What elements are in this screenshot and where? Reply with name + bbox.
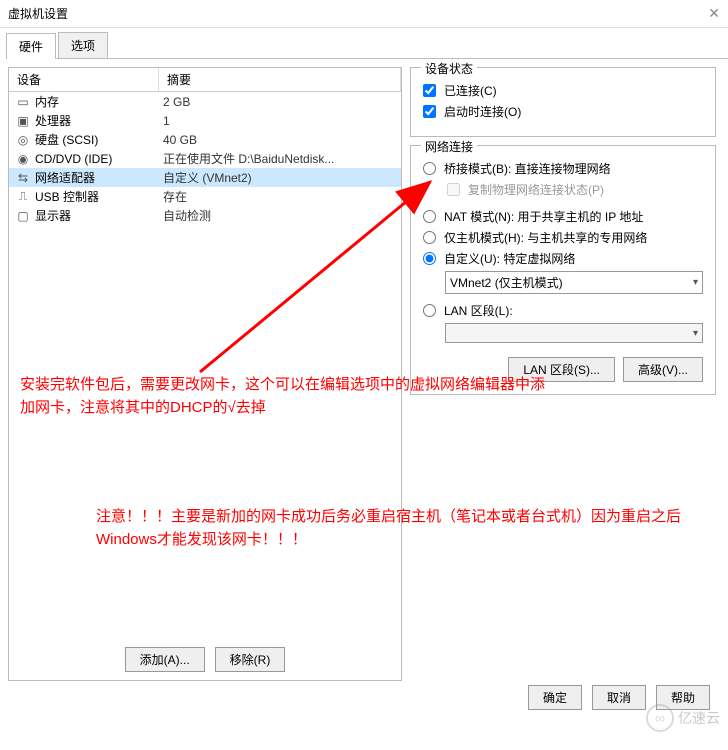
close-icon[interactable]: ✕ (708, 5, 720, 22)
cpu-icon: ▣ (15, 113, 31, 129)
hardware-summary: 2 GB (163, 95, 190, 109)
chevron-down-icon: ▾ (693, 277, 698, 288)
hardware-name: USB 控制器 (35, 188, 163, 205)
hardware-row[interactable]: ▣处理器1 (9, 111, 401, 130)
tab-strip: 硬件 选项 (6, 32, 728, 59)
lan-segments-button[interactable]: LAN 区段(S)... (508, 357, 615, 382)
connected-checkbox-row[interactable]: 已连接(C) (423, 82, 703, 99)
chevron-down-icon: ▾ (693, 328, 698, 339)
hardware-summary: 自定义 (VMnet2) (163, 169, 252, 186)
hardware-summary: 自动检测 (163, 207, 211, 224)
titlebar: 虚拟机设置 ✕ (0, 0, 728, 28)
bridged-radio-row[interactable]: 桥接模式(B): 直接连接物理网络 (423, 160, 703, 177)
hardware-name: 硬盘 (SCSI) (35, 131, 163, 148)
lan-segment-radio-row[interactable]: LAN 区段(L): (423, 302, 703, 319)
hardware-row[interactable]: ◎硬盘 (SCSI)40 GB (9, 130, 401, 149)
lan-segment-select: ▾ (445, 323, 703, 343)
hardware-name: 网络适配器 (35, 169, 163, 186)
settings-panel: 设备状态 已连接(C) 启动时连接(O) 网络连接 桥接模式(B): 直接连接物… (410, 67, 720, 681)
network-icon: ⇆ (15, 170, 31, 186)
tab-hardware[interactable]: 硬件 (6, 33, 56, 59)
hardware-name: CD/DVD (IDE) (35, 152, 163, 166)
device-status-title: 设备状态 (421, 60, 477, 77)
replicate-physical-checkbox (447, 183, 460, 196)
display-icon: ▢ (15, 208, 31, 224)
cd-icon: ◉ (15, 151, 31, 167)
hardware-summary: 存在 (163, 188, 187, 205)
hardware-summary: 正在使用文件 D:\BaiduNetdisk... (163, 150, 334, 167)
connect-at-poweron-checkbox[interactable] (423, 105, 436, 118)
replicate-physical-row: 复制物理网络连接状态(P) (447, 181, 703, 198)
connect-at-poweron-row[interactable]: 启动时连接(O) (423, 103, 703, 120)
hardware-summary: 1 (163, 114, 170, 128)
disk-icon: ◎ (15, 132, 31, 148)
lan-segment-label: LAN 区段(L): (444, 302, 513, 319)
add-hardware-button[interactable]: 添加(A)... (125, 647, 205, 672)
advanced-button[interactable]: 高级(V)... (623, 357, 703, 382)
hardware-buttons: 添加(A)... 移除(R) (9, 639, 401, 680)
nat-radio-row[interactable]: NAT 模式(N): 用于共享主机的 IP 地址 (423, 208, 703, 225)
hardware-summary: 40 GB (163, 133, 197, 147)
network-connection-group: 网络连接 桥接模式(B): 直接连接物理网络 复制物理网络连接状态(P) NAT… (410, 145, 716, 395)
hardware-name: 内存 (35, 93, 163, 110)
remove-hardware-button[interactable]: 移除(R) (215, 647, 286, 672)
window-title: 虚拟机设置 (8, 5, 68, 22)
hardware-list: ▭内存2 GB▣处理器1◎硬盘 (SCSI)40 GB◉CD/DVD (IDE)… (9, 92, 401, 639)
lan-segment-radio[interactable] (423, 304, 436, 317)
hostonly-label: 仅主机模式(H): 与主机共享的专用网络 (444, 229, 647, 246)
ok-button[interactable]: 确定 (528, 685, 582, 710)
usb-icon: ⎍ (15, 189, 31, 205)
hardware-panel: 设备 摘要 ▭内存2 GB▣处理器1◎硬盘 (SCSI)40 GB◉CD/DVD… (8, 67, 402, 681)
nat-radio[interactable] (423, 210, 436, 223)
watermark: ∞ 亿速云 (646, 704, 720, 732)
hostonly-radio[interactable] (423, 231, 436, 244)
nat-label: NAT 模式(N): 用于共享主机的 IP 地址 (444, 208, 643, 225)
hardware-row[interactable]: ▭内存2 GB (9, 92, 401, 111)
custom-radio[interactable] (423, 252, 436, 265)
network-group-title: 网络连接 (421, 138, 477, 155)
watermark-icon: ∞ (646, 704, 674, 732)
hardware-table-header: 设备 摘要 (9, 68, 401, 92)
device-status-group: 设备状态 已连接(C) 启动时连接(O) (410, 67, 716, 137)
bridged-label: 桥接模式(B): 直接连接物理网络 (444, 160, 611, 177)
header-device: 设备 (9, 68, 159, 91)
hardware-name: 显示器 (35, 207, 163, 224)
watermark-text: 亿速云 (678, 708, 720, 728)
header-summary: 摘要 (159, 68, 401, 91)
hardware-name: 处理器 (35, 112, 163, 129)
connected-label: 已连接(C) (444, 82, 497, 99)
memory-icon: ▭ (15, 94, 31, 110)
network-extra-buttons: LAN 区段(S)... 高级(V)... (423, 357, 703, 382)
custom-radio-row[interactable]: 自定义(U): 特定虚拟网络 (423, 250, 703, 267)
vmnet-select[interactable]: VMnet2 (仅主机模式) ▾ (445, 271, 703, 294)
cancel-button[interactable]: 取消 (592, 685, 646, 710)
bridged-radio[interactable] (423, 162, 436, 175)
hardware-row[interactable]: ◉ CD/DVD (IDE)正在使用文件 D:\BaiduNetdisk... (9, 149, 401, 168)
connect-at-poweron-label: 启动时连接(O) (444, 103, 521, 120)
content-area: 设备 摘要 ▭内存2 GB▣处理器1◎硬盘 (SCSI)40 GB◉CD/DVD… (0, 59, 728, 689)
vmnet-select-value: VMnet2 (仅主机模式) (450, 274, 563, 291)
tab-options[interactable]: 选项 (58, 32, 108, 58)
hardware-row[interactable]: ▢显示器自动检测 (9, 206, 401, 225)
custom-label: 自定义(U): 特定虚拟网络 (444, 250, 575, 267)
hardware-row[interactable]: ⇆网络适配器自定义 (VMnet2) (9, 168, 401, 187)
hardware-row[interactable]: ⎍USB 控制器存在 (9, 187, 401, 206)
hostonly-radio-row[interactable]: 仅主机模式(H): 与主机共享的专用网络 (423, 229, 703, 246)
connected-checkbox[interactable] (423, 84, 436, 97)
replicate-physical-label: 复制物理网络连接状态(P) (468, 181, 604, 198)
